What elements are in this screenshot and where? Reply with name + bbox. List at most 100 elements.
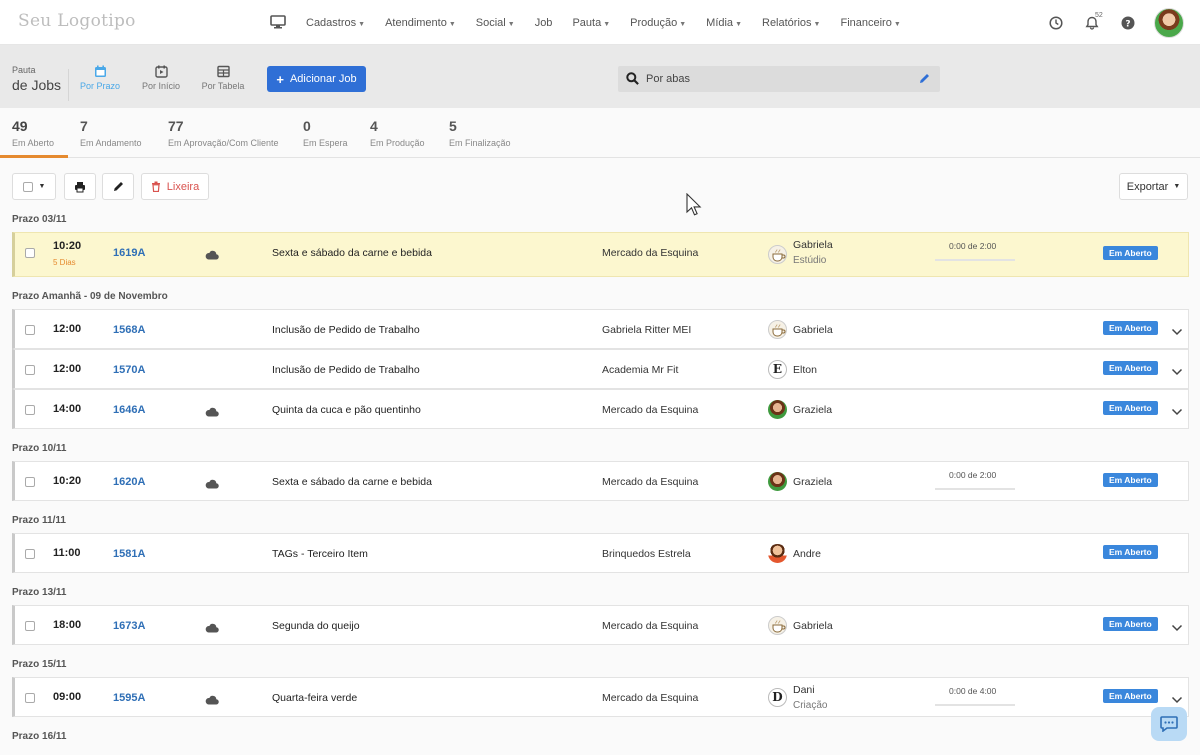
notifications-button[interactable]: 52	[1074, 0, 1110, 45]
status-tab-0[interactable]: 49 Em Aberto	[12, 118, 54, 148]
status-summary: 49 Em Aberto 7 Em Andamento 77 Em Aprovação/C…	[0, 108, 1200, 158]
export-dropdown[interactable]: Exportar ▼	[1119, 173, 1188, 200]
row-checkbox[interactable]	[25, 693, 35, 703]
select-all-dropdown[interactable]: ▼	[12, 173, 56, 200]
job-row[interactable]: 09:00 1595A Quarta-feira verde Mercado da E…	[12, 677, 1189, 717]
job-code-link[interactable]: 1581A	[113, 548, 145, 560]
user-avatar	[768, 544, 787, 563]
status-badge: Em Aberto	[1103, 545, 1158, 559]
plus-icon: +	[276, 71, 284, 87]
trash-button[interactable]: Lixeira	[141, 173, 209, 200]
edit-button[interactable]	[102, 173, 134, 200]
row-checkbox[interactable]	[25, 621, 35, 631]
job-code-link[interactable]: 1646A	[113, 404, 145, 416]
job-row[interactable]: 12:00 1570A Inclusão de Pedido de Trabalho…	[12, 349, 1189, 389]
play-calendar-icon	[154, 65, 168, 78]
job-row[interactable]: 14:00 1646A Quinta da cuca e pão quentinho…	[12, 389, 1189, 429]
add-job-button[interactable]: + Adicionar Job	[267, 66, 366, 92]
caret-down-icon: ▼	[679, 20, 687, 28]
client-name: Academia Mr Fit	[602, 364, 679, 376]
chat-icon	[1160, 716, 1178, 732]
menu-item-social[interactable]: Social ▼	[466, 17, 525, 29]
export-label: Exportar	[1126, 180, 1169, 193]
menu-item-job[interactable]: Job	[525, 17, 563, 29]
row-checkbox[interactable]	[25, 325, 35, 335]
user-avatar[interactable]	[1154, 7, 1184, 38]
print-button[interactable]	[64, 173, 96, 200]
job-code-link[interactable]: 1619A	[113, 247, 145, 259]
menu-item-midia[interactable]: Mídia ▼	[696, 17, 752, 29]
select-all-checkbox[interactable]	[22, 181, 33, 192]
status-tab-5[interactable]: 5 Em Finalização	[449, 118, 511, 148]
job-row[interactable]: 18:00 1673A Segunda do queijo Mercado da Es…	[12, 605, 1189, 645]
status-count: 4	[370, 118, 378, 134]
row-checkbox[interactable]	[25, 365, 35, 375]
client-name: Brinquedos Estrela	[602, 548, 691, 560]
menu-item-producao[interactable]: Produção ▼	[620, 17, 696, 29]
status-tab-1[interactable]: 7 Em Andamento	[80, 118, 142, 148]
job-time: 10:20	[53, 475, 82, 487]
cloud-icon	[205, 692, 219, 710]
menu-item-cadastros[interactable]: Cadastros ▼	[296, 17, 375, 29]
cloud-icon	[205, 404, 219, 422]
user-name: Graziela	[793, 476, 833, 488]
status-badge: Em Aberto	[1103, 689, 1158, 703]
menu-item-relatorios[interactable]: Relatórios ▼	[752, 17, 830, 29]
job-row[interactable]: 10:20 5 Dias 1619A Sexta e sábado da carne …	[12, 232, 1189, 277]
chevron-down-icon[interactable]	[1171, 323, 1183, 341]
divider	[68, 69, 69, 101]
pencil-icon[interactable]	[919, 73, 930, 84]
job-code-link[interactable]: 1568A	[113, 324, 145, 336]
history-button[interactable]	[1038, 0, 1074, 45]
menu-item-atendimento[interactable]: Atendimento ▼	[375, 17, 466, 29]
chevron-down-icon[interactable]	[1171, 403, 1183, 421]
clock-icon	[1049, 15, 1063, 30]
view-tab-por-tabela[interactable]: Por Tabela	[198, 65, 248, 91]
group-title: Prazo 11/11	[12, 515, 66, 526]
job-time: 14:00	[53, 403, 82, 415]
search-box[interactable]: Por abas	[618, 66, 940, 92]
time-progress-text: 0:00 de 4:00	[949, 686, 997, 696]
group-title: Prazo 10/11	[12, 443, 67, 454]
chevron-down-icon[interactable]	[1171, 619, 1183, 637]
status-badge: Em Aberto	[1103, 246, 1158, 260]
status-tab-4[interactable]: 4 Em Produção	[370, 118, 425, 148]
help-button[interactable]: ?	[1110, 0, 1146, 45]
job-code-link[interactable]: 1673A	[113, 620, 145, 632]
avatar-letter: E	[772, 362, 783, 376]
page-title-small: Pauta	[12, 65, 36, 75]
top-right-tools: 52 ?	[1038, 0, 1200, 45]
user-avatar	[768, 245, 787, 264]
job-code-link[interactable]: 1570A	[113, 364, 145, 376]
row-checkbox[interactable]	[25, 549, 35, 559]
chat-button[interactable]	[1151, 707, 1187, 741]
caret-down-icon: ▼	[893, 20, 901, 28]
chevron-down-icon[interactable]	[1171, 363, 1183, 381]
row-checkbox[interactable]	[25, 248, 35, 258]
avatar-letter: D	[772, 690, 783, 704]
logo[interactable]: Seu Logotipo	[18, 11, 136, 31]
status-label: Em Produção	[370, 138, 425, 148]
monitor-icon[interactable]	[270, 14, 286, 30]
view-tab-por-inicio[interactable]: Por Início	[136, 65, 186, 91]
job-code-link[interactable]: 1595A	[113, 692, 145, 704]
cloud-icon	[205, 620, 219, 638]
row-checkbox[interactable]	[25, 477, 35, 487]
job-time: 11:00	[53, 547, 81, 559]
time-progress-text: 0:00 de 2:00	[949, 241, 997, 251]
view-tab-por-prazo[interactable]: Por Prazo	[75, 65, 125, 91]
menu-item-financeiro[interactable]: Financeiro ▼	[830, 17, 910, 29]
job-row[interactable]: 10:20 1620A Sexta e sábado da carne e bebi…	[12, 461, 1189, 501]
time-progress-bar	[935, 488, 1015, 490]
status-tab-3[interactable]: 0 Em Espera	[303, 118, 348, 148]
menu-item-pauta[interactable]: Pauta ▼	[562, 17, 620, 29]
job-row[interactable]: 11:00 1581A TAGs - Terceiro Item Brinquedos…	[12, 533, 1189, 573]
job-row[interactable]: 12:00 1568A Inclusão de Pedido de Trabalho…	[12, 309, 1189, 349]
caret-down-icon: ▼	[358, 20, 366, 28]
pencil-icon	[113, 182, 123, 191]
top-navbar: Seu Logotipo Cadastros ▼ Atendimento ▼ Socia…	[0, 0, 1200, 45]
job-code-link[interactable]: 1620A	[113, 476, 145, 488]
caret-down-icon: ▼	[603, 20, 611, 28]
status-tab-2[interactable]: 77 Em Aprovação/Com Cliente	[168, 118, 279, 148]
row-checkbox[interactable]	[25, 405, 35, 415]
